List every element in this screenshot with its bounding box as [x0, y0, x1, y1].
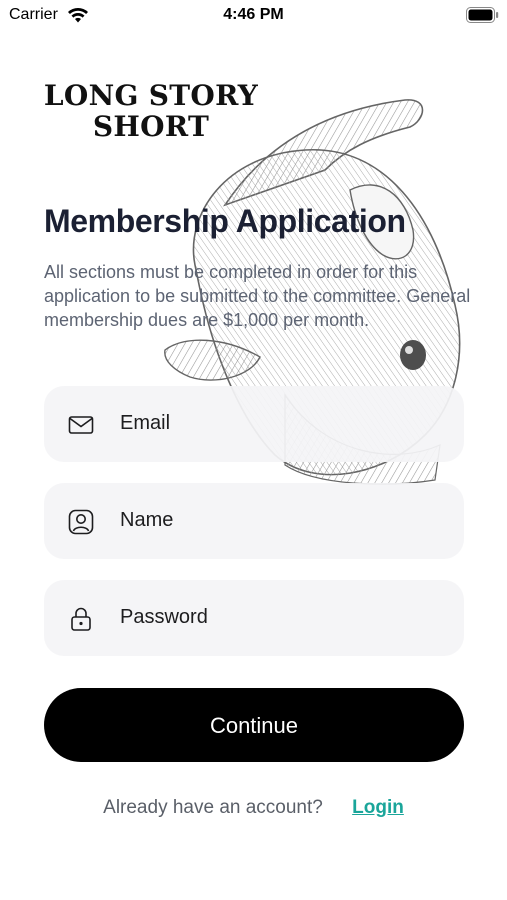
envelope-icon: [68, 416, 94, 434]
lock-icon: [71, 607, 91, 631]
login-link[interactable]: Login: [352, 797, 404, 818]
battery-icon: [466, 7, 499, 23]
clock: 4:46 PM: [223, 6, 284, 23]
page-description: All sections must be completed in order …: [44, 262, 471, 330]
brand-logo: LONG STORY SHORT: [38, 80, 264, 142]
email-field-label: Email: [120, 412, 171, 434]
page-title: Membership Application: [44, 203, 406, 239]
login-row: Already have an account? Login: [0, 797, 507, 819]
status-bar: Carrier 4:46 PM: [0, 0, 507, 32]
login-prompt: Already have an account?: [103, 797, 323, 818]
password-field-label: Password: [120, 606, 208, 628]
name-field[interactable]: Name: [44, 483, 464, 559]
password-field[interactable]: Password: [44, 580, 464, 656]
name-field-label: Name: [120, 509, 174, 531]
continue-button[interactable]: Continue: [44, 688, 464, 762]
brand-line-1: LONG STORY: [43, 79, 259, 112]
user-circle-icon: [68, 509, 94, 535]
email-field[interactable]: Email: [44, 386, 464, 462]
brand-line-2: SHORT: [92, 110, 210, 143]
